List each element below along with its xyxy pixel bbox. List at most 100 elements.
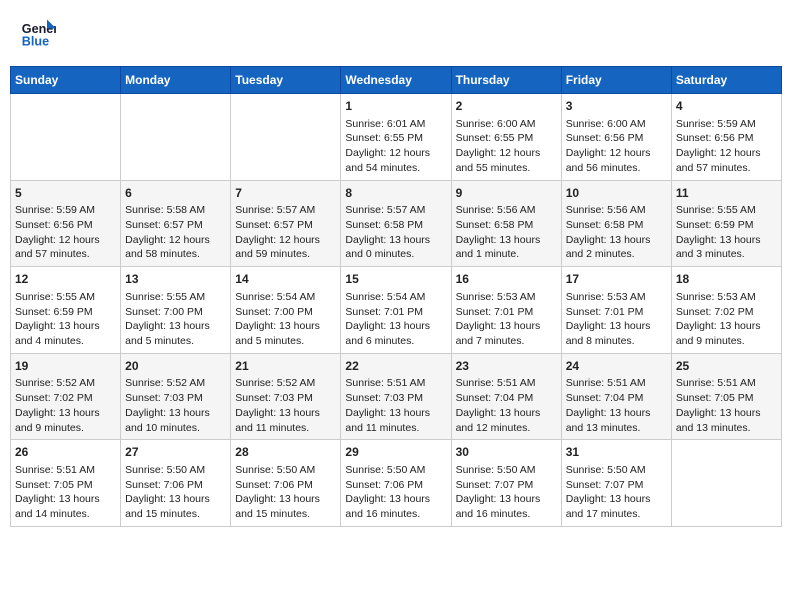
day-number: 30 xyxy=(456,444,557,461)
day-number: 13 xyxy=(125,271,226,288)
day-info: Sunrise: 5:53 AM Sunset: 7:01 PM Dayligh… xyxy=(456,290,557,349)
calendar-cell xyxy=(121,94,231,181)
day-info: Sunrise: 5:53 AM Sunset: 7:01 PM Dayligh… xyxy=(566,290,667,349)
day-header-friday: Friday xyxy=(561,67,671,94)
svg-text:Blue: Blue xyxy=(22,35,49,49)
day-info: Sunrise: 5:51 AM Sunset: 7:03 PM Dayligh… xyxy=(345,376,446,435)
day-info: Sunrise: 5:57 AM Sunset: 6:57 PM Dayligh… xyxy=(235,203,336,262)
day-info: Sunrise: 5:56 AM Sunset: 6:58 PM Dayligh… xyxy=(566,203,667,262)
day-info: Sunrise: 5:51 AM Sunset: 7:04 PM Dayligh… xyxy=(566,376,667,435)
calendar-cell: 13 Sunrise: 5:55 AM Sunset: 7:00 PM Dayli… xyxy=(121,267,231,354)
day-info: Sunrise: 5:56 AM Sunset: 6:58 PM Dayligh… xyxy=(456,203,557,262)
calendar-cell: 26Sunrise: 5:51 AM Sunset: 7:05 PM Dayli… xyxy=(11,440,121,527)
calendar-cell: 4Sunrise: 5:59 AM Sunset: 6:56 PM Daylig… xyxy=(671,94,781,181)
day-number: 26 xyxy=(15,444,116,461)
calendar-cell: 18 Sunrise: 5:53 AM Sunset: 7:02 PM Dayli… xyxy=(671,267,781,354)
day-number: 16 xyxy=(456,271,557,288)
calendar-cell: 2 Sunrise: 6:00 AM Sunset: 6:55 PM Daylig… xyxy=(451,94,561,181)
week-row-2: 5Sunrise: 5:59 AM Sunset: 6:56 PM Daylig… xyxy=(11,180,782,267)
calendar-cell: 27 Sunrise: 5:50 AM Sunset: 7:06 PM Dayli… xyxy=(121,440,231,527)
calendar-cell: 1Sunrise: 6:01 AM Sunset: 6:55 PM Daylig… xyxy=(341,94,451,181)
day-number: 25 xyxy=(676,358,777,375)
day-number: 5 xyxy=(15,185,116,202)
calendar-cell: 11Sunrise: 5:55 AM Sunset: 6:59 PM Dayli… xyxy=(671,180,781,267)
day-info: Sunrise: 6:00 AM Sunset: 6:56 PM Dayligh… xyxy=(566,117,667,176)
calendar-header-row: SundayMondayTuesdayWednesdayThursdayFrid… xyxy=(11,67,782,94)
day-info: Sunrise: 5:58 AM Sunset: 6:57 PM Dayligh… xyxy=(125,203,226,262)
calendar-cell: 25Sunrise: 5:51 AM Sunset: 7:05 PM Dayli… xyxy=(671,353,781,440)
week-row-5: 26Sunrise: 5:51 AM Sunset: 7:05 PM Dayli… xyxy=(11,440,782,527)
day-number: 27 xyxy=(125,444,226,461)
day-number: 3 xyxy=(566,98,667,115)
calendar-cell: 31 Sunrise: 5:50 AM Sunset: 7:07 PM Dayli… xyxy=(561,440,671,527)
day-number: 20 xyxy=(125,358,226,375)
calendar-cell: 5Sunrise: 5:59 AM Sunset: 6:56 PM Daylig… xyxy=(11,180,121,267)
day-info: Sunrise: 5:59 AM Sunset: 6:56 PM Dayligh… xyxy=(676,117,777,176)
day-number: 21 xyxy=(235,358,336,375)
day-info: Sunrise: 5:52 AM Sunset: 7:03 PM Dayligh… xyxy=(125,376,226,435)
day-header-thursday: Thursday xyxy=(451,67,561,94)
calendar-cell: 17Sunrise: 5:53 AM Sunset: 7:01 PM Dayli… xyxy=(561,267,671,354)
day-number: 10 xyxy=(566,185,667,202)
calendar-cell: 19Sunrise: 5:52 AM Sunset: 7:02 PM Dayli… xyxy=(11,353,121,440)
calendar-cell: 16 Sunrise: 5:53 AM Sunset: 7:01 PM Dayli… xyxy=(451,267,561,354)
day-info: Sunrise: 5:50 AM Sunset: 7:06 PM Dayligh… xyxy=(345,463,446,522)
day-info: Sunrise: 5:55 AM Sunset: 7:00 PM Dayligh… xyxy=(125,290,226,349)
day-info: Sunrise: 6:00 AM Sunset: 6:55 PM Dayligh… xyxy=(456,117,557,176)
day-info: Sunrise: 5:54 AM Sunset: 7:00 PM Dayligh… xyxy=(235,290,336,349)
day-info: Sunrise: 5:50 AM Sunset: 7:07 PM Dayligh… xyxy=(566,463,667,522)
day-number: 24 xyxy=(566,358,667,375)
calendar-cell: 22Sunrise: 5:51 AM Sunset: 7:03 PM Dayli… xyxy=(341,353,451,440)
day-number: 29 xyxy=(345,444,446,461)
calendar-cell: 20Sunrise: 5:52 AM Sunset: 7:03 PM Dayli… xyxy=(121,353,231,440)
day-header-wednesday: Wednesday xyxy=(341,67,451,94)
calendar-cell: 24Sunrise: 5:51 AM Sunset: 7:04 PM Dayli… xyxy=(561,353,671,440)
logo: General Blue xyxy=(20,15,60,51)
day-number: 7 xyxy=(235,185,336,202)
calendar-cell: 15 Sunrise: 5:54 AM Sunset: 7:01 PM Dayli… xyxy=(341,267,451,354)
calendar-cell: 28Sunrise: 5:50 AM Sunset: 7:06 PM Dayli… xyxy=(231,440,341,527)
calendar-cell: 10Sunrise: 5:56 AM Sunset: 6:58 PM Dayli… xyxy=(561,180,671,267)
calendar-cell: 14 Sunrise: 5:54 AM Sunset: 7:00 PM Dayli… xyxy=(231,267,341,354)
day-number: 9 xyxy=(456,185,557,202)
day-info: Sunrise: 5:52 AM Sunset: 7:03 PM Dayligh… xyxy=(235,376,336,435)
calendar-cell xyxy=(231,94,341,181)
day-number: 23 xyxy=(456,358,557,375)
day-info: Sunrise: 5:50 AM Sunset: 7:06 PM Dayligh… xyxy=(125,463,226,522)
logo-icon: General Blue xyxy=(20,15,56,51)
page-header: General Blue xyxy=(10,10,782,56)
calendar-cell: 7Sunrise: 5:57 AM Sunset: 6:57 PM Daylig… xyxy=(231,180,341,267)
day-number: 22 xyxy=(345,358,446,375)
calendar-table: SundayMondayTuesdayWednesdayThursdayFrid… xyxy=(10,66,782,527)
day-number: 15 xyxy=(345,271,446,288)
day-info: Sunrise: 5:50 AM Sunset: 7:07 PM Dayligh… xyxy=(456,463,557,522)
week-row-1: 1Sunrise: 6:01 AM Sunset: 6:55 PM Daylig… xyxy=(11,94,782,181)
day-info: Sunrise: 5:51 AM Sunset: 7:05 PM Dayligh… xyxy=(676,376,777,435)
week-row-3: 12 Sunrise: 5:55 AM Sunset: 6:59 PM Dayli… xyxy=(11,267,782,354)
day-header-monday: Monday xyxy=(121,67,231,94)
day-number: 6 xyxy=(125,185,226,202)
calendar-cell: 9Sunrise: 5:56 AM Sunset: 6:58 PM Daylig… xyxy=(451,180,561,267)
calendar-cell: 12 Sunrise: 5:55 AM Sunset: 6:59 PM Dayli… xyxy=(11,267,121,354)
calendar-cell: 30 Sunrise: 5:50 AM Sunset: 7:07 PM Dayli… xyxy=(451,440,561,527)
day-info: Sunrise: 5:54 AM Sunset: 7:01 PM Dayligh… xyxy=(345,290,446,349)
week-row-4: 19Sunrise: 5:52 AM Sunset: 7:02 PM Dayli… xyxy=(11,353,782,440)
day-number: 31 xyxy=(566,444,667,461)
day-number: 11 xyxy=(676,185,777,202)
day-info: Sunrise: 5:52 AM Sunset: 7:02 PM Dayligh… xyxy=(15,376,116,435)
day-info: Sunrise: 5:55 AM Sunset: 6:59 PM Dayligh… xyxy=(676,203,777,262)
day-header-sunday: Sunday xyxy=(11,67,121,94)
calendar-cell: 6Sunrise: 5:58 AM Sunset: 6:57 PM Daylig… xyxy=(121,180,231,267)
day-number: 18 xyxy=(676,271,777,288)
day-number: 2 xyxy=(456,98,557,115)
day-number: 12 xyxy=(15,271,116,288)
day-info: Sunrise: 5:59 AM Sunset: 6:56 PM Dayligh… xyxy=(15,203,116,262)
calendar-cell: 23Sunrise: 5:51 AM Sunset: 7:04 PM Dayli… xyxy=(451,353,561,440)
day-info: Sunrise: 5:57 AM Sunset: 6:58 PM Dayligh… xyxy=(345,203,446,262)
day-number: 28 xyxy=(235,444,336,461)
day-info: Sunrise: 5:53 AM Sunset: 7:02 PM Dayligh… xyxy=(676,290,777,349)
day-number: 14 xyxy=(235,271,336,288)
day-number: 1 xyxy=(345,98,446,115)
day-header-tuesday: Tuesday xyxy=(231,67,341,94)
day-info: Sunrise: 5:55 AM Sunset: 6:59 PM Dayligh… xyxy=(15,290,116,349)
